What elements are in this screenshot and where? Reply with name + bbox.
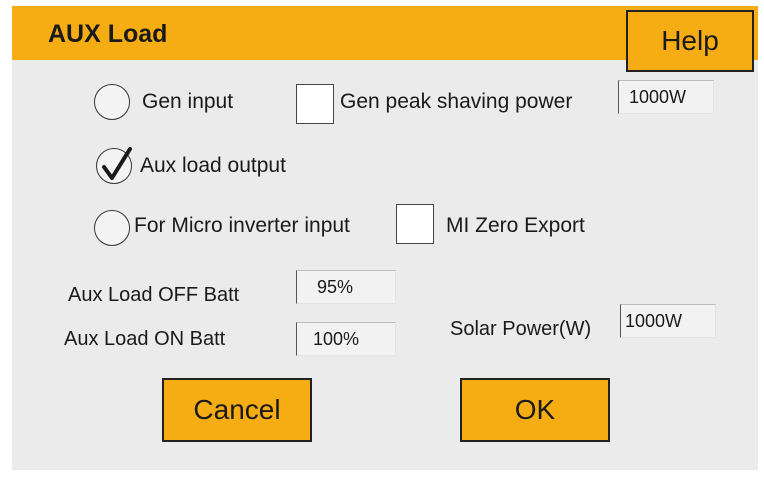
dialog-title: AUX Load bbox=[48, 20, 168, 48]
solar-power-field[interactable]: 1000W bbox=[620, 304, 716, 338]
aux-load-off-batt-label: Aux Load OFF Batt bbox=[68, 284, 240, 306]
mi-zero-export-label: MI Zero Export bbox=[446, 214, 585, 237]
micro-inverter-input-label: For Micro inverter input bbox=[134, 214, 350, 237]
aux-load-output-radio[interactable] bbox=[96, 147, 132, 184]
ok-button[interactable]: OK bbox=[460, 378, 610, 442]
checkmark-icon bbox=[102, 147, 132, 180]
cancel-button[interactable]: Cancel bbox=[162, 378, 312, 442]
gen-peak-shaving-checkbox[interactable] bbox=[296, 84, 334, 124]
help-button[interactable]: Help bbox=[626, 10, 754, 72]
gen-peak-shaving-power-field[interactable]: 1000W bbox=[618, 80, 714, 114]
solar-power-label: Solar Power(W) bbox=[450, 318, 592, 340]
gen-input-radio[interactable] bbox=[94, 84, 130, 120]
aux-load-dialog: AUX Load Help Gen input Gen peak shaving… bbox=[12, 6, 758, 470]
mi-zero-export-checkbox[interactable] bbox=[396, 204, 434, 244]
micro-inverter-input-radio[interactable] bbox=[94, 210, 130, 246]
aux-load-off-batt-field[interactable]: 95% bbox=[296, 270, 396, 304]
aux-load-on-batt-label: Aux Load ON Batt bbox=[64, 328, 226, 350]
gen-peak-shaving-label: Gen peak shaving power bbox=[340, 90, 573, 113]
gen-input-label: Gen input bbox=[142, 90, 234, 113]
aux-load-on-batt-field[interactable]: 100% bbox=[296, 322, 396, 356]
aux-load-output-label: Aux load output bbox=[140, 154, 286, 177]
